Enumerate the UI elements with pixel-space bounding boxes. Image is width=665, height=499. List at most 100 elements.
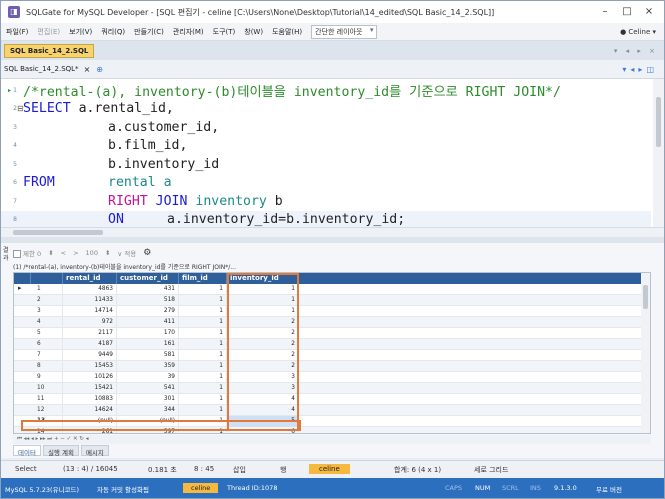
table-cell[interactable]: 10126 [63,372,117,383]
table-cell[interactable]: 1 [179,317,227,328]
table-cell[interactable]: 1 [179,405,227,416]
table-cell[interactable]: (null) [63,416,117,427]
row-number-cell[interactable]: 14 [31,427,63,433]
sql-editor[interactable]: ▸ 1 /*rental-(a), inventory-(b)테이블을 inve… [1,79,664,227]
table-cell[interactable]: 14714 [63,306,117,317]
menu-edit[interactable]: 편집(E) [37,27,60,37]
gear-icon[interactable]: ⚙ [143,248,151,258]
table-cell[interactable]: 5 [227,416,299,427]
tab-nav-controls[interactable]: ▾◂▸◫ [622,65,658,74]
table-cell[interactable]: 4 [227,394,299,405]
table-cell[interactable]: 597 [117,427,179,433]
row-number-cell[interactable]: 1 [31,284,63,295]
editor-horizontal-scrollbar[interactable] [1,227,664,237]
row-number-cell[interactable]: 3 [31,306,63,317]
row-number-cell[interactable]: 6 [31,339,63,350]
row-number-cell[interactable]: 8 [31,361,63,372]
table-cell[interactable]: 344 [117,405,179,416]
table-cell[interactable]: 1 [179,295,227,306]
table-row[interactable]: 4 972 411 1 2 [14,317,650,328]
prev-page-icon[interactable]: < [61,249,66,257]
table-cell[interactable]: 6 [227,427,299,433]
table-row[interactable]: 11 10883 301 1 4 [14,394,650,405]
table-cell[interactable]: 39 [117,372,179,383]
table-cell[interactable]: 15453 [63,361,117,372]
table-row[interactable]: 3 14714 279 1 1 [14,306,650,317]
table-cell[interactable]: 972 [63,317,117,328]
table-cell[interactable]: 1 [179,394,227,405]
table-cell[interactable]: 1 [227,306,299,317]
table-cell[interactable]: 1 [179,339,227,350]
table-cell[interactable]: 1 [227,295,299,306]
result-grid[interactable]: rental_id customer_id film_id inventory_… [13,272,651,434]
table-cell[interactable]: 4 [227,405,299,416]
table-row[interactable]: 7 9449 581 1 2 [14,350,650,361]
table-cell[interactable]: 359 [117,361,179,372]
table-cell[interactable]: 1 [227,284,299,295]
row-number-cell[interactable]: 2 [31,295,63,306]
table-cell[interactable]: 541 [117,383,179,394]
table-cell[interactable]: 411 [117,317,179,328]
menu-help[interactable]: 도움말(H) [272,27,302,37]
table-row[interactable]: 13 (null) (null) 1 5 [14,416,650,427]
table-row[interactable]: 1 4863 431 1 1 [14,284,650,295]
tab-messages[interactable]: 메시지 [80,445,109,457]
table-cell[interactable]: 9449 [63,350,117,361]
table-row[interactable]: 9 10126 39 1 3 [14,372,650,383]
table-cell[interactable]: 1 [179,427,227,433]
table-cell[interactable]: 1 [179,383,227,394]
table-cell[interactable]: 1 [179,372,227,383]
table-cell[interactable]: 431 [117,284,179,295]
grid-vertical-scrollbar[interactable] [641,273,650,433]
table-cell[interactable]: 2 [227,361,299,372]
row-number-cell[interactable]: 10 [31,383,63,394]
grid-record-navigator[interactable]: ⏮ ◂◂ ◂ ▸ ▸▸ ⏭ + − ✓ ✕ ↻ ◂ [13,435,651,444]
stepper-icon[interactable]: ⬍ [48,249,53,257]
close-button[interactable]: × [640,4,658,20]
table-cell[interactable]: 2 [227,339,299,350]
maximize-button[interactable]: □ [618,4,636,20]
title-bar[interactable]: ◨ SQLGate for MySQL Developer - [SQL 편집기… [1,1,664,23]
stepper-icon[interactable]: ⬍ [105,249,110,257]
table-cell[interactable]: 2117 [63,328,117,339]
page-size-field[interactable]: 100 [86,249,98,257]
table-row[interactable]: 5 2117 170 1 2 [14,328,650,339]
menu-view[interactable]: 보기(V) [69,27,92,37]
table-cell[interactable]: 3 [227,383,299,394]
table-cell[interactable]: 279 [117,306,179,317]
autocommit-status[interactable]: 자동 커밋 활성화됨 [97,484,149,494]
table-row[interactable]: 2 11433 518 1 1 [14,295,650,306]
next-page-icon[interactable]: > [73,249,78,257]
row-number-cell[interactable]: 5 [31,328,63,339]
table-cell[interactable]: 1 [179,350,227,361]
table-cell[interactable]: 581 [117,350,179,361]
doc-tab-controls[interactable]: ▾ ◂ ▸ × [614,47,658,55]
menu-tools[interactable]: 도구(T) [213,27,236,37]
table-row[interactable]: 14 261 597 1 6 [14,427,650,433]
table-cell[interactable]: 11433 [63,295,117,306]
limit-toggle[interactable]: 제한 0 [13,248,41,258]
doc-tab-sql-basic[interactable]: SQL Basic_14_2.SQL [4,43,95,58]
column-header-customer-id[interactable]: customer_id [117,273,179,284]
table-row[interactable]: 12 14624 344 1 4 [14,405,650,416]
table-cell[interactable]: 1 [179,361,227,372]
file-tab-sql-basic[interactable]: SQL Basic_14_2.SQL* [4,65,79,73]
table-cell[interactable]: 10883 [63,394,117,405]
table-cell[interactable]: 1 [179,328,227,339]
table-row[interactable]: 10 15421 541 1 3 [14,383,650,394]
layout-select[interactable]: 간단한 레이아웃 [311,24,378,39]
column-header-film-id[interactable]: film_id [179,273,227,284]
table-row[interactable]: 8 15453 359 1 2 [14,361,650,372]
table-cell[interactable]: 15421 [63,383,117,394]
table-cell[interactable]: 161 [117,339,179,350]
menu-create[interactable]: 만들기(C) [134,27,164,37]
tab-data[interactable]: 데이터 [13,445,41,457]
close-tab-icon[interactable]: × [84,65,91,74]
table-cell[interactable]: 261 [63,427,117,433]
table-cell[interactable]: 518 [117,295,179,306]
table-cell[interactable]: (null) [117,416,179,427]
menu-admin[interactable]: 관리자(M) [173,27,204,37]
menu-window[interactable]: 창(W) [244,27,263,37]
table-cell[interactable]: 301 [117,394,179,405]
new-tab-icon[interactable]: ⊕ [96,65,103,74]
